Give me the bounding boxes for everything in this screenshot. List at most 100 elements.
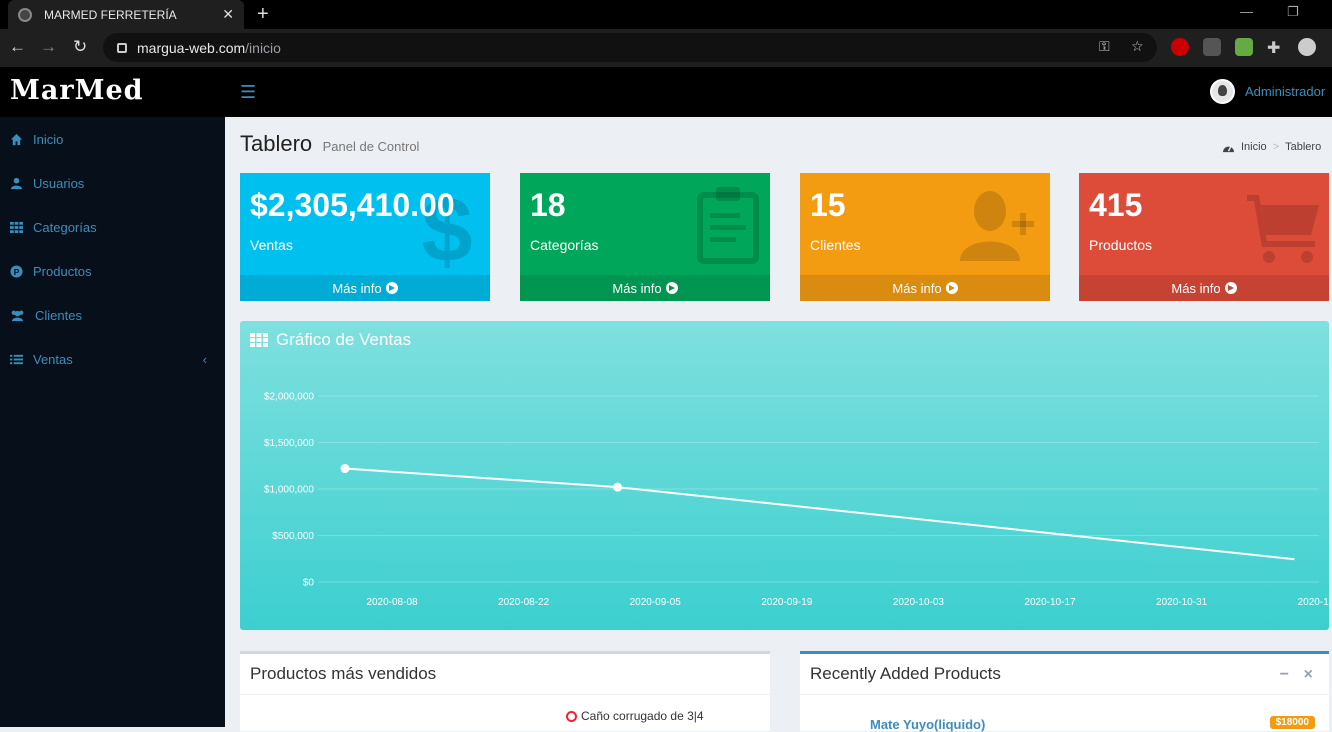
breadcrumb: Inicio > Tablero xyxy=(1222,141,1321,153)
app-logo[interactable]: MarMed xyxy=(10,75,144,106)
sidebar-item-clientes[interactable]: Clientes xyxy=(0,293,225,337)
sidebar-item-inicio[interactable]: Inicio xyxy=(0,117,225,161)
user-menu-name[interactable]: Administrador xyxy=(1245,84,1325,99)
extension-mega-icon[interactable] xyxy=(1171,38,1189,56)
page-subtitle: Panel de Control xyxy=(322,139,420,154)
pie-legend-item[interactable]: Caño corrugado de 3|4 xyxy=(566,709,704,723)
more-info-label: Más info xyxy=(1171,280,1221,296)
page-title: Tablero xyxy=(240,131,313,156)
categorias-stat-box: 18 Categorías Más info xyxy=(520,173,770,301)
legend-circle-icon xyxy=(566,710,577,722)
recent-products-panel: Recently Added Products − × Mate Yuyo(li… xyxy=(800,651,1329,732)
x-tick-label: 2020-1 xyxy=(1298,597,1329,608)
y-tick-label: $1,000,000 xyxy=(264,485,314,496)
sidebar-item-ventas[interactable]: Ventas ‹ xyxy=(0,337,225,381)
productos-more-info-link[interactable]: Más info xyxy=(1079,275,1329,301)
sidebar: Inicio Usuarios Categorías P Productos C… xyxy=(0,117,225,727)
extension-shield-icon[interactable] xyxy=(1203,38,1221,56)
key-icon[interactable]: ⚿ xyxy=(1099,38,1110,55)
y-tick-label: $0 xyxy=(303,578,315,589)
clientes-label: Clientes xyxy=(810,237,861,253)
url-path: /inicio xyxy=(245,39,281,56)
productos-value: 415 xyxy=(1089,187,1143,223)
list-icon xyxy=(10,354,23,364)
svg-text:P: P xyxy=(14,266,20,276)
close-tab-icon[interactable]: ✕ xyxy=(222,6,234,23)
more-info-label: Más info xyxy=(332,280,382,296)
sales-series-line xyxy=(344,467,1295,561)
recent-products-title: Recently Added Products xyxy=(810,664,1001,683)
user-avatar[interactable] xyxy=(1210,79,1235,104)
clientes-value: 15 xyxy=(810,187,846,223)
browser-toolbar: ← → ↻ margua-web.com/inicio ⚿ ☆ ✚ xyxy=(0,29,1332,67)
panel-divider xyxy=(800,694,1329,695)
breadcrumb-separator: > xyxy=(1272,141,1280,153)
ventas-stat-box: $ $2,305,410.00 Ventas Más info xyxy=(240,173,490,301)
productos-stat-box: 415 Productos Más info xyxy=(1079,173,1329,301)
recent-product-price-badge: $18000 xyxy=(1269,716,1315,729)
sidebar-toggle-icon[interactable]: ☰ xyxy=(240,82,256,103)
reload-icon[interactable]: ↻ xyxy=(73,37,87,57)
productos-label: Productos xyxy=(1089,237,1153,253)
profile-avatar-icon[interactable] xyxy=(1298,38,1316,56)
clientes-more-info-link[interactable]: Más info xyxy=(800,275,1050,301)
sidebar-item-categorias[interactable]: Categorías xyxy=(0,205,225,249)
browser-tab-bar: MARMED FERRETERÍA ✕ + — ❐ xyxy=(0,0,1332,29)
recent-product-name[interactable]: Mate Yuyo(liquido) xyxy=(870,717,985,732)
legend-label: Caño corrugado de 3|4 xyxy=(581,709,704,723)
sidebar-item-label: Clientes xyxy=(35,307,82,323)
arrow-circle-right-icon xyxy=(1224,282,1237,294)
panel-divider xyxy=(240,694,770,695)
browser-tab[interactable]: MARMED FERRETERÍA ✕ xyxy=(8,0,244,29)
top-products-title: Productos más vendidos xyxy=(250,664,437,683)
collapse-panel-icon[interactable]: − xyxy=(1280,666,1289,684)
breadcrumb-current: Tablero xyxy=(1285,141,1322,153)
ventas-value: $2,305,410.00 xyxy=(250,187,455,223)
dashboard-gauge-icon xyxy=(1223,144,1234,152)
address-bar[interactable]: margua-web.com/inicio xyxy=(103,33,1157,62)
categorias-label: Categorías xyxy=(530,237,599,253)
x-tick-label: 2020-10-03 xyxy=(893,597,945,608)
breadcrumb-inicio-link[interactable]: Inicio xyxy=(1241,141,1267,153)
restore-window-icon[interactable]: ❐ xyxy=(1287,4,1299,20)
x-tick-label: 2020-10-31 xyxy=(1156,597,1208,608)
sidebar-item-label: Categorías xyxy=(33,219,97,235)
new-tab-icon[interactable]: + xyxy=(257,3,269,26)
x-tick-label: 2020-08-22 xyxy=(498,597,550,608)
y-tick-label: $500,000 xyxy=(272,531,314,542)
home-icon xyxy=(10,133,23,145)
forward-icon[interactable]: → xyxy=(40,37,57,57)
more-info-label: Más info xyxy=(612,280,662,296)
ventas-more-info-link[interactable]: Más info xyxy=(240,275,490,301)
grid-icon xyxy=(10,221,23,233)
sidebar-item-usuarios[interactable]: Usuarios xyxy=(0,161,225,205)
x-tick-label: 2020-09-05 xyxy=(630,597,682,608)
categorias-more-info-link[interactable]: Más info xyxy=(520,275,770,301)
site-favicon-icon xyxy=(18,7,32,22)
bookmark-star-icon[interactable]: ☆ xyxy=(1131,38,1144,55)
close-panel-icon[interactable]: × xyxy=(1304,666,1313,684)
minimize-window-icon[interactable]: — xyxy=(1240,4,1253,19)
users-icon xyxy=(11,310,24,321)
tab-title: MARMED FERRETERÍA xyxy=(44,7,177,22)
product-icon: P xyxy=(10,264,23,278)
clientes-stat-box: 15 Clientes Más info xyxy=(800,173,1050,301)
clipboard-icon xyxy=(697,187,759,264)
x-tick-label: 2020-10-17 xyxy=(1024,597,1076,608)
arrow-circle-right-icon xyxy=(945,282,958,294)
y-tick-label: $2,000,000 xyxy=(264,392,314,403)
y-tick-label: $1,500,000 xyxy=(264,438,314,449)
back-icon[interactable]: ← xyxy=(9,37,26,57)
sidebar-item-productos[interactable]: P Productos xyxy=(0,249,225,293)
categorias-value: 18 xyxy=(530,187,566,223)
more-info-label: Más info xyxy=(892,280,942,296)
lock-icon xyxy=(117,42,127,53)
sidebar-item-label: Productos xyxy=(33,263,92,279)
x-tick-label: 2020-08-08 xyxy=(366,597,418,608)
user-plus-icon xyxy=(960,191,1034,261)
extensions-puzzle-icon[interactable]: ✚ xyxy=(1267,38,1280,58)
sidebar-item-label: Ventas xyxy=(33,351,73,367)
sales-data-point xyxy=(340,464,350,474)
extension-green-icon[interactable] xyxy=(1235,38,1253,56)
sidebar-item-label: Inicio xyxy=(33,131,64,147)
